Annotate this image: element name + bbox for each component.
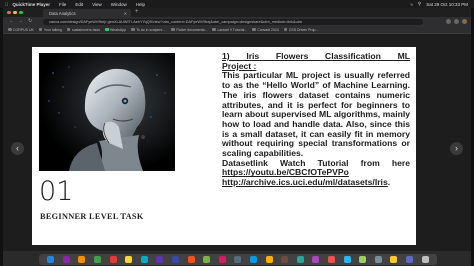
tutorial-link[interactable]: https://youtu.be/CBCfOTePVPo (222, 167, 349, 178)
trash-icon[interactable] (421, 256, 429, 263)
extension-icon[interactable] (454, 18, 459, 24)
datetime: Sat 29 Oct 10:33 PM (426, 1, 468, 7)
forward-icon[interactable]: → (18, 18, 23, 24)
window-controls (7, 10, 23, 14)
app-icon[interactable] (312, 256, 320, 263)
dock-area (3, 251, 471, 266)
app-icon[interactable] (265, 256, 273, 263)
app-icon[interactable] (327, 256, 335, 263)
bookmark-icon (66, 27, 71, 32)
menu-app[interactable]: QuickTime Player (12, 2, 50, 7)
bookmark-icon (283, 27, 288, 32)
app-icon[interactable] (281, 256, 289, 263)
task-level-label: BEGINNER LEVEL TASK (40, 212, 144, 221)
app-icon[interactable] (109, 256, 117, 263)
bookmark-icon (105, 27, 109, 32)
app-icon[interactable] (343, 256, 351, 263)
bookmark-icon (252, 27, 256, 32)
bookmark[interactable]: Canvadi 2024 (252, 28, 279, 32)
launchpad-icon[interactable] (62, 256, 70, 263)
app-icon[interactable] (203, 256, 211, 263)
app-icon[interactable] (234, 256, 242, 263)
browser-window: Data Analytics ✕ + ← → ↻ canva.com/desig… (3, 8, 471, 266)
bookmark[interactable]: CORPUS UK (8, 28, 34, 32)
app-icon[interactable] (374, 256, 382, 263)
app-icon[interactable] (172, 256, 180, 263)
bookmark[interactable]: Laravel 9 Tutorial... (212, 28, 247, 32)
dataset-link-row: http://archive.ics.uci.edu/ml/datasets/I… (222, 177, 410, 188)
zoom-window-icon[interactable] (19, 10, 23, 14)
bookmark[interactable]: Flutter documenta... (171, 28, 207, 32)
app-icon[interactable] (78, 256, 86, 263)
menu-window[interactable]: Window (111, 2, 127, 7)
tab-title: Data Analytics (49, 10, 76, 16)
extension-icon[interactable] (446, 18, 451, 24)
app-icon[interactable] (218, 256, 226, 263)
bookmark[interactable]: To do in scalpers ... (131, 28, 166, 32)
menu-file[interactable]: File (59, 2, 66, 7)
app-icon[interactable] (187, 256, 195, 263)
menu-edit[interactable]: Edit (75, 2, 83, 7)
bookmark[interactable]: CSS Driven Prop... (283, 27, 318, 32)
address-bar[interactable]: canva.com/design/DAFyeWV9kej/-genXLAUWIT… (43, 18, 423, 25)
minimize-window-icon[interactable] (13, 10, 17, 14)
close-window-icon[interactable] (7, 10, 11, 14)
slide-content: 1) Iris Flowers Classification ML Projec… (222, 51, 410, 188)
app-icon[interactable] (296, 256, 304, 263)
app-icon[interactable] (390, 256, 398, 263)
browser-tab[interactable]: Data Analytics ✕ (43, 9, 131, 17)
previous-slide-button[interactable]: ‹ (11, 142, 24, 155)
new-tab-icon[interactable]: + (135, 9, 139, 15)
bookmark-icon (8, 27, 12, 32)
finder-icon[interactable] (47, 256, 55, 263)
project-description: This particular ML project is usually re… (222, 70, 410, 159)
close-tab-icon[interactable]: ✕ (124, 11, 127, 16)
bookmark-icon (131, 27, 135, 32)
presentation-slide: 01 BEGINNER LEVEL TASK 1) Iris Flowers C… (32, 47, 416, 245)
chrome-icon[interactable] (125, 256, 133, 263)
app-icon[interactable] (250, 256, 258, 263)
menu-view[interactable]: View (92, 2, 102, 7)
tab-strip: Data Analytics ✕ + (3, 8, 471, 17)
link-suffix: . (387, 177, 391, 188)
back-icon[interactable]: ← (9, 18, 14, 24)
menu-help[interactable]: Help (136, 2, 145, 7)
robot-image (39, 53, 175, 171)
app-icon[interactable] (359, 256, 367, 263)
slide-number: 01 (39, 176, 74, 207)
bookmark-icon (38, 27, 43, 32)
search-icon[interactable]: ⚲ (418, 1, 421, 7)
bookmark[interactable]: sustainovers facts (66, 27, 100, 32)
bookmark[interactable]: Your talking (38, 27, 62, 32)
next-slide-button[interactable]: › (450, 142, 463, 155)
profile-avatar[interactable] (462, 18, 467, 24)
dataset-link[interactable]: http://archive.ics.uci.edu/ml/datasets/I… (222, 177, 388, 187)
app-icon[interactable] (94, 256, 102, 263)
bookmarks-bar: CORPUS UK Your talking sustainovers fact… (3, 26, 471, 34)
bookmark-icon (212, 27, 216, 32)
wifi-icon[interactable]: ≈ (410, 2, 412, 7)
page-viewport: ‹ › 01 BEGINNER LEVEL TASK 1) Iris Flowe… (3, 34, 471, 251)
apple-icon[interactable]:  (5, 2, 8, 7)
bookmark-icon (171, 27, 175, 32)
address-bar-row: ← → ↻ canva.com/design/DAFyeWV9kej/-genX… (3, 17, 471, 26)
app-icon[interactable] (140, 256, 148, 263)
app-icon[interactable] (156, 256, 164, 263)
bookmark[interactable]: WhatsApp (105, 28, 126, 32)
reload-icon[interactable]: ↻ (28, 18, 32, 24)
extension-icons (446, 18, 467, 24)
mac-menubar:  QuickTime Player File Edit View Window… (0, 0, 474, 8)
app-icon[interactable] (405, 256, 413, 263)
dock (39, 254, 437, 265)
